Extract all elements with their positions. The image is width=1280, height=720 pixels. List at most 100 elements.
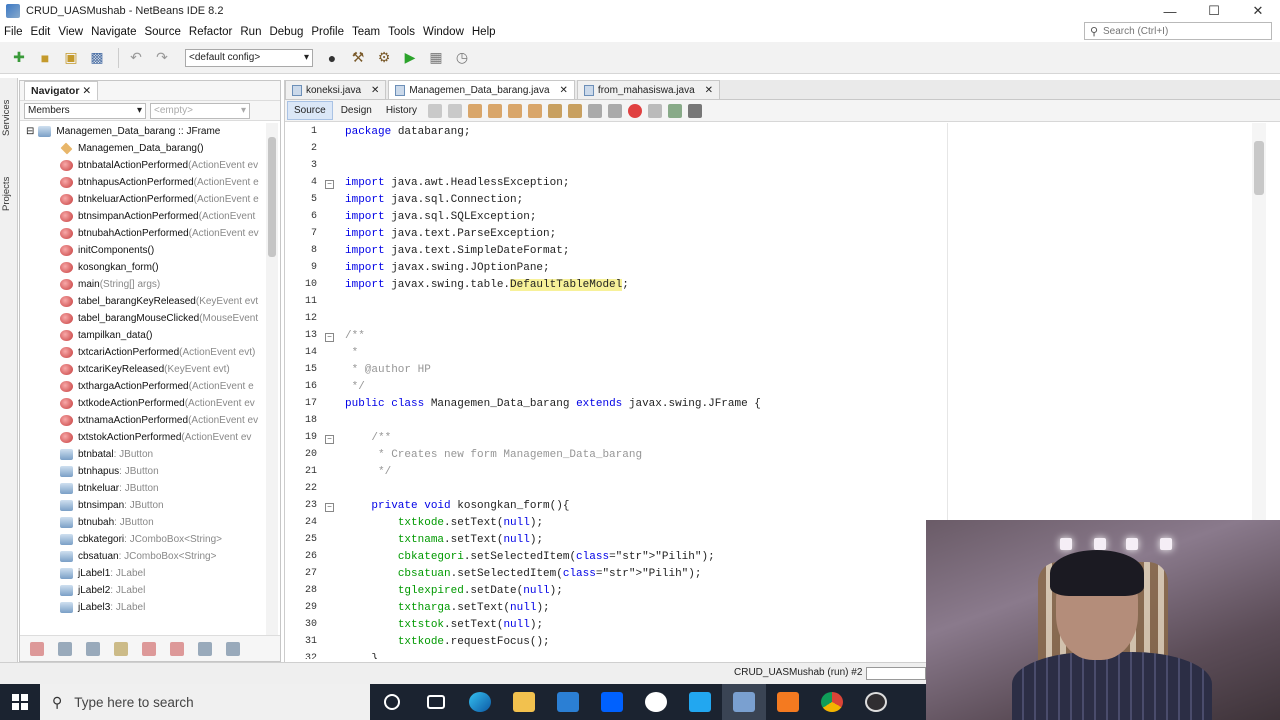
navigator-scrollbar[interactable] bbox=[266, 123, 278, 653]
show-static-icon[interactable] bbox=[58, 641, 72, 656]
projects-tab[interactable]: Projects bbox=[1, 164, 17, 224]
find-icon[interactable] bbox=[467, 103, 482, 118]
fold-toggle-icon[interactable]: − bbox=[325, 180, 334, 189]
tree-item[interactable]: cbkategori : JComboBox<String> bbox=[20, 531, 268, 548]
menu-source[interactable]: Source bbox=[140, 26, 184, 38]
source-view-button[interactable]: Source bbox=[287, 101, 333, 120]
save-all-icon[interactable]: ▩ bbox=[86, 47, 108, 69]
tree-item[interactable]: jLabel2 : JLabel bbox=[20, 582, 268, 599]
new-file-icon[interactable]: ✚ bbox=[8, 47, 30, 69]
xampp-icon[interactable] bbox=[766, 684, 810, 720]
sort-by-source-icon[interactable] bbox=[226, 641, 240, 656]
mail-icon[interactable] bbox=[546, 684, 590, 720]
menu-debug[interactable]: Debug bbox=[265, 26, 307, 38]
close-icon[interactable]: ✕ bbox=[82, 85, 91, 97]
tree-item[interactable]: btnubah : JButton bbox=[20, 514, 268, 531]
tree-item[interactable]: Managemen_Data_barang() bbox=[20, 140, 268, 157]
menu-tools[interactable]: Tools bbox=[384, 26, 419, 38]
taskbar-search[interactable]: ⚲ Type here to search bbox=[40, 684, 370, 720]
file-explorer-icon[interactable] bbox=[502, 684, 546, 720]
tree-item[interactable]: main (String[] args) bbox=[20, 276, 268, 293]
shift-right-icon[interactable] bbox=[607, 103, 622, 118]
back-icon[interactable] bbox=[427, 103, 442, 118]
open-project-icon[interactable]: ▣ bbox=[60, 47, 82, 69]
tree-item[interactable]: btnubahActionPerformed (ActionEvent ev bbox=[20, 225, 268, 242]
collapse-icon[interactable]: ⊟ bbox=[26, 126, 34, 137]
next-bookmark-icon[interactable] bbox=[567, 103, 582, 118]
close-icon[interactable]: ✕ bbox=[560, 85, 568, 96]
navigator-tab[interactable]: Navigator ✕ bbox=[24, 81, 99, 100]
redo-icon[interactable]: ↷ bbox=[151, 47, 173, 69]
tree-item[interactable]: btnhapus : JButton bbox=[20, 463, 268, 480]
tree-item[interactable]: txtstokActionPerformed (ActionEvent ev bbox=[20, 429, 268, 446]
forward-icon[interactable] bbox=[447, 103, 462, 118]
cortana-icon[interactable] bbox=[370, 684, 414, 720]
tree-item[interactable]: btnhapusActionPerformed (ActionEvent e bbox=[20, 174, 268, 191]
tree-item[interactable]: kosongkan_form() bbox=[20, 259, 268, 276]
tree-item[interactable]: tabel_barangKeyReleased (KeyEvent evt bbox=[20, 293, 268, 310]
chrome-icon[interactable] bbox=[810, 684, 854, 720]
show-inherited-icon[interactable] bbox=[114, 641, 128, 656]
minimize-button[interactable]: — bbox=[1148, 0, 1192, 22]
tab-managemen-data-barang[interactable]: Managemen_Data_barang.java ✕ bbox=[388, 80, 575, 99]
uncomment-icon[interactable] bbox=[687, 103, 702, 118]
edge-icon[interactable] bbox=[458, 684, 502, 720]
tree-item[interactable]: btnbatal : JButton bbox=[20, 446, 268, 463]
tree-item[interactable]: btnbatalActionPerformed (ActionEvent ev bbox=[20, 157, 268, 174]
tree-item[interactable]: btnsimpanActionPerformed (ActionEvent bbox=[20, 208, 268, 225]
undo-icon[interactable]: ↶ bbox=[125, 47, 147, 69]
members-filter-select[interactable]: Members ▾ bbox=[24, 102, 146, 119]
show-nonpublic-icon[interactable] bbox=[86, 641, 100, 656]
show-fields-icon[interactable] bbox=[30, 641, 44, 656]
menu-navigate[interactable]: Navigate bbox=[87, 26, 140, 38]
find-prev-icon[interactable] bbox=[487, 103, 502, 118]
github-icon[interactable] bbox=[634, 684, 678, 720]
services-tab[interactable]: Services bbox=[1, 88, 17, 148]
tree-item[interactable]: jLabel3 : JLabel bbox=[20, 599, 268, 616]
tree-item[interactable]: txtcariActionPerformed (ActionEvent evt) bbox=[20, 344, 268, 361]
menu-window[interactable]: Window bbox=[419, 26, 468, 38]
record-macro-icon[interactable] bbox=[627, 103, 642, 118]
fold-toggle-icon[interactable]: − bbox=[325, 503, 334, 512]
tree-item[interactable]: txthargaActionPerformed (ActionEvent e bbox=[20, 378, 268, 395]
run-icon[interactable]: ▶ bbox=[399, 47, 421, 69]
tree-root[interactable]: ⊟ Managemen_Data_barang :: JFrame bbox=[20, 123, 268, 140]
vscode-icon[interactable] bbox=[678, 684, 722, 720]
tree-item[interactable]: txtkodeActionPerformed (ActionEvent ev bbox=[20, 395, 268, 412]
tab-koneksi[interactable]: koneksi.java ✕ bbox=[285, 80, 387, 99]
tree-item[interactable]: tampilkan_data() bbox=[20, 327, 268, 344]
profile-icon[interactable]: ◷ bbox=[451, 47, 473, 69]
close-icon[interactable]: ✕ bbox=[371, 85, 379, 96]
tree-item[interactable]: tabel_barangMouseClicked (MouseEvent bbox=[20, 310, 268, 327]
new-project-icon[interactable]: ■ bbox=[34, 47, 56, 69]
stop-macro-icon[interactable] bbox=[647, 103, 662, 118]
config-select[interactable]: <default config> ▾ bbox=[185, 48, 313, 67]
tree-item[interactable]: txtcariKeyReleased (KeyEvent evt) bbox=[20, 361, 268, 378]
close-button[interactable]: ✕ bbox=[1236, 0, 1280, 22]
start-button[interactable] bbox=[0, 684, 40, 720]
history-view-button[interactable]: History bbox=[380, 102, 423, 119]
tree-item[interactable]: btnsimpan : JButton bbox=[20, 497, 268, 514]
menu-profile[interactable]: Profile bbox=[307, 26, 348, 38]
comment-icon[interactable] bbox=[667, 103, 682, 118]
debug-icon[interactable]: ▦ bbox=[425, 47, 447, 69]
tree-item[interactable]: btnkeluar : JButton bbox=[20, 480, 268, 497]
toggle-highlight-icon[interactable] bbox=[527, 103, 542, 118]
empty-select[interactable]: <empty> ▾ bbox=[150, 102, 250, 119]
menu-view[interactable]: View bbox=[54, 26, 87, 38]
menu-help[interactable]: Help bbox=[468, 26, 500, 38]
task-view-icon[interactable] bbox=[414, 684, 458, 720]
obs-icon[interactable] bbox=[854, 684, 898, 720]
find-next-icon[interactable] bbox=[507, 103, 522, 118]
prev-bookmark-icon[interactable] bbox=[547, 103, 562, 118]
ide-search-box[interactable]: ⚲ bbox=[1084, 22, 1272, 40]
ide-search-input[interactable] bbox=[1103, 25, 1263, 37]
tree-item[interactable]: btnkeluarActionPerformed (ActionEvent e bbox=[20, 191, 268, 208]
shift-left-icon[interactable] bbox=[587, 103, 602, 118]
maximize-button[interactable]: ☐ bbox=[1192, 0, 1236, 22]
show-inner-icon[interactable] bbox=[142, 641, 156, 656]
sort-by-name-icon[interactable] bbox=[198, 641, 212, 656]
tab-from-mahasiswa[interactable]: from_mahasiswa.java ✕ bbox=[576, 80, 721, 99]
dropbox-icon[interactable] bbox=[590, 684, 634, 720]
tree-item[interactable]: initComponents() bbox=[20, 242, 268, 259]
